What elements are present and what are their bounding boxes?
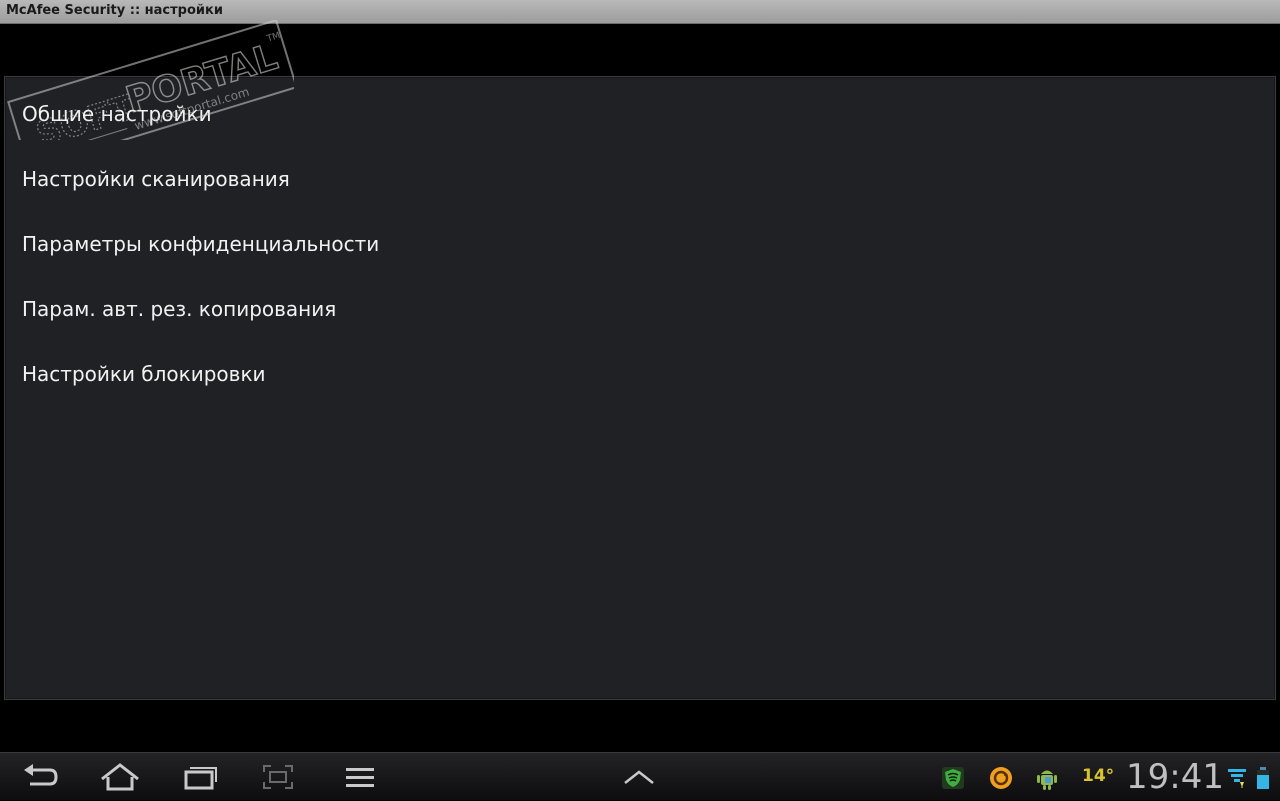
settings-item-label: Параметры конфиденциальности <box>22 231 380 256</box>
clock: 19:41 <box>1126 757 1224 797</box>
recent-apps-button[interactable] <box>178 759 222 795</box>
shield-icon[interactable] <box>940 765 966 791</box>
settings-item-label: Настройки сканирования <box>22 166 290 191</box>
window-title-bar: McAfee Security :: настройки <box>0 0 1280 24</box>
temperature-readout: 14° <box>1082 766 1115 786</box>
window-title: McAfee Security :: настройки <box>6 3 223 18</box>
home-button[interactable] <box>98 759 142 795</box>
settings-list: Общие настройки Настройки сканирования П… <box>4 76 1276 700</box>
home-icon <box>101 763 139 791</box>
menu-button[interactable] <box>338 759 382 795</box>
settings-item-general[interactable]: Общие настройки <box>5 81 1275 146</box>
settings-item-scan[interactable]: Настройки сканирования <box>5 146 1275 211</box>
sync-icon[interactable] <box>988 765 1014 791</box>
recent-apps-icon <box>184 767 217 790</box>
screenshot-icon <box>263 765 293 789</box>
settings-item-privacy[interactable]: Параметры конфиденциальности <box>5 211 1275 276</box>
battery-icon[interactable] <box>1250 765 1276 791</box>
settings-item-label: Настройки блокировки <box>22 361 266 386</box>
status-area[interactable]: 14° 19:41 <box>930 753 1280 801</box>
settings-item-label: Общие настройки <box>22 101 212 126</box>
menu-icon <box>346 768 374 787</box>
chevron-up-icon <box>624 770 654 784</box>
wifi-icon[interactable] <box>1224 765 1250 791</box>
screenshot-button[interactable] <box>256 759 300 795</box>
back-button[interactable] <box>18 759 62 795</box>
show-panel-button[interactable] <box>617 759 661 795</box>
back-icon <box>24 764 58 786</box>
settings-item-lock[interactable]: Настройки блокировки <box>5 341 1275 406</box>
android-icon[interactable] <box>1034 765 1060 791</box>
settings-item-backup[interactable]: Парам. авт. рез. копирования <box>5 276 1275 341</box>
svg-text:TM: TM <box>265 31 282 45</box>
system-navigation-bar: 14° 19:41 <box>0 752 1280 800</box>
settings-item-label: Парам. авт. рез. копирования <box>22 296 337 321</box>
